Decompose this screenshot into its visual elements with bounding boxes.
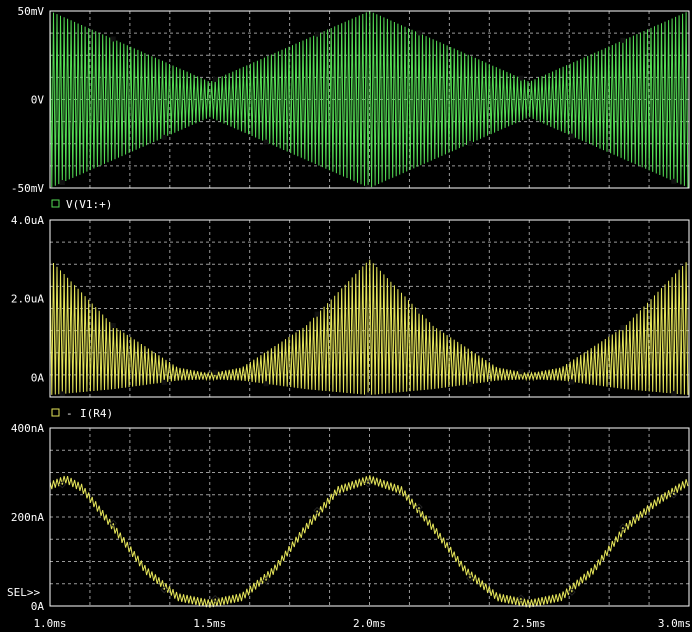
trace-marker [314, 311, 320, 317]
oscilloscope-plot: -50mV 0V 50mV 0A 2.0uA 4.0uA 0A 200nA 400nA 1.… [7, 5, 691, 630]
y-tick-label: 0V [31, 94, 45, 107]
x-tick-label: 2.0ms [353, 617, 386, 630]
waveform-trace [49, 10, 689, 188]
ripple-current-panel: 0A 200nA 400nA [11, 422, 690, 613]
trace-marker [365, 184, 371, 190]
y-tick-label: 0A [31, 600, 45, 613]
trace-marker [620, 37, 626, 43]
x-tick-label: 1.5ms [193, 617, 226, 630]
trace-marker [620, 325, 626, 331]
legend-ir4[interactable]: - I(R4) [51, 407, 113, 420]
y-tick-label: 0A [31, 371, 45, 384]
legend-label-v1: V(V1:+) [66, 198, 112, 211]
current-panel: 0A 2.0uA 4.0uA [11, 214, 690, 398]
trace-marker [263, 381, 269, 387]
y-tick-label: -50mV [11, 182, 44, 195]
trace-marker [314, 31, 320, 37]
x-tick-label: 3.0ms [658, 617, 691, 630]
trace-marker [110, 323, 116, 329]
trace-marker [671, 391, 677, 397]
y-tick-label: 50mV [18, 5, 45, 18]
x-tick-label: 2.5ms [513, 617, 546, 630]
y-tick-label: 2.0uA [11, 293, 44, 306]
trace-marker [110, 36, 116, 42]
trace-marker [518, 369, 524, 375]
trace-marker [671, 178, 677, 184]
voltage-panel: -50mV 0V 50mV [11, 5, 690, 195]
legend-square-icon [51, 408, 60, 417]
y-tick-label: 4.0uA [11, 214, 44, 227]
legend-square-icon [51, 199, 60, 208]
x-tick-label: 1.0ms [33, 617, 66, 630]
trace-marker [365, 392, 371, 398]
trace-marker [161, 134, 167, 140]
trace-marker [263, 139, 269, 145]
trace-marker [467, 140, 473, 146]
y-tick-label: 400nA [11, 422, 44, 435]
legend-label-ir4: I(R4) [80, 407, 113, 420]
trace-marker [416, 308, 422, 314]
trace-marker [212, 369, 218, 375]
y-tick-label: 200nA [11, 511, 44, 524]
trace-marker [416, 30, 422, 36]
trace-marker [59, 180, 65, 186]
trace-marker [569, 133, 575, 139]
legend-dash: - [66, 407, 73, 420]
trace-marker [212, 76, 218, 82]
legend-v1[interactable]: V(V1:+) [51, 198, 112, 211]
trace-marker [467, 381, 473, 387]
selector-label[interactable]: SEL>> [7, 586, 40, 599]
trace-marker [59, 391, 65, 397]
x-axis: 1.0ms 1.5ms 2.0ms 2.5ms 3.0ms [33, 617, 691, 630]
trace-marker [161, 379, 167, 385]
trace-marker [569, 379, 575, 385]
trace-marker [518, 75, 524, 81]
